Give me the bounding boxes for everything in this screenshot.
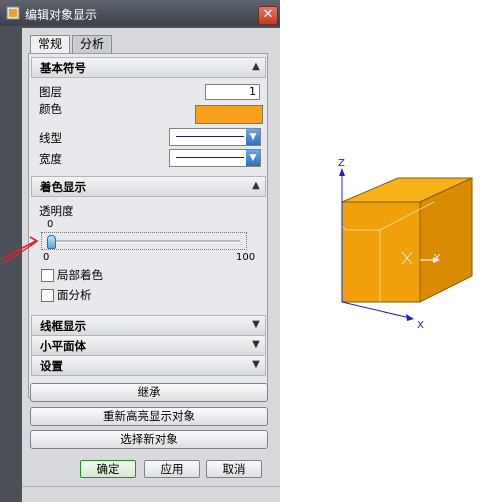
section-wireframe-label: 线框显示 [40,319,86,333]
slider-max-label: 100 [236,252,256,263]
dialog-titlebar[interactable]: 编辑对象显示 ✕ [0,0,280,26]
layer-field[interactable]: 1 [205,84,260,100]
x-axis [341,301,411,319]
slider-min-label: 0 [43,252,50,263]
section-shading[interactable]: 着色显示 ▲ [31,176,266,197]
linetype-dropdown[interactable]: ▼ [169,128,261,146]
dialog-body: 常规 分析 基本符号 ▲ 图层 1 颜色 线型 ▼ 宽度 ▼ 着色显示 ▲ 透明… [22,28,280,502]
face-analysis-label: 面分析 [57,288,92,302]
section-settings-label: 设置 [40,359,63,373]
section-shading-label: 着色显示 [40,180,86,194]
color-swatch[interactable] [195,105,263,124]
section-basic-symbol[interactable]: 基本符号 ▲ [31,57,266,78]
section-wireframe[interactable]: 线框显示 ▼ [31,315,266,336]
linetype-label: 线型 [39,131,62,145]
layer-label: 图层 [39,85,62,99]
linetype-preview [176,136,244,137]
rehighlight-button[interactable]: 重新高亮显示对象 [30,407,268,426]
select-new-object-button[interactable]: 选择新对象 [30,430,268,449]
transparency-label: 透明度 [39,204,74,218]
tab-analysis[interactable]: 分析 [72,35,112,53]
chevron-down-icon[interactable]: ▼ [246,129,260,145]
tab-general[interactable]: 常规 [30,35,70,54]
inherit-button[interactable]: 继承 [30,383,268,402]
edit-object-display-dialog: 编辑对象显示 ✕ 常规 分析 基本符号 ▲ 图层 1 颜色 线型 ▼ 宽度 ▼ … [0,0,280,502]
cancel-button[interactable]: 取消 [206,460,262,478]
ok-button[interactable]: 确定 [80,460,136,478]
bottom-divider [22,486,280,487]
chevron-down-icon[interactable]: ▼ [246,150,260,166]
annotation-arrow [0,236,39,265]
y-axis-label: Y [433,253,441,264]
slider-thumb[interactable] [47,235,56,249]
slider-track [48,240,240,243]
chevron-up-icon[interactable]: ▲ [248,178,264,194]
width-preview [176,157,244,158]
section-basic-symbol-label: 基本符号 [40,61,86,75]
general-panel: 基本符号 ▲ 图层 1 颜色 线型 ▼ 宽度 ▼ 着色显示 ▲ 透明度 0 0 … [28,53,268,398]
close-button[interactable]: ✕ [258,6,278,25]
app-icon [6,6,20,20]
chevron-down-icon[interactable]: ▼ [248,317,264,333]
z-axis-label: Z [338,158,345,169]
slider-current-value: 0 [47,219,54,230]
section-facet-body[interactable]: 小平面体 ▼ [31,335,266,356]
chevron-down-icon[interactable]: ▼ [248,357,264,373]
width-dropdown[interactable]: ▼ [169,149,261,167]
section-facet-body-label: 小平面体 [40,339,86,353]
dialog-title: 编辑对象显示 [25,8,98,22]
x-axis-arrowhead [406,314,414,321]
cube-model[interactable]: Z X Y [300,150,500,350]
partial-shading-label: 局部着色 [57,268,103,282]
graphics-viewport[interactable]: Z X Y [300,150,500,350]
z-axis-arrowhead [339,168,345,176]
x-axis-label: X [417,320,424,331]
color-label: 颜色 [39,102,62,116]
section-settings[interactable]: 设置 ▼ [31,355,266,376]
partial-shading-checkbox[interactable] [41,269,54,282]
width-label: 宽度 [39,152,62,166]
face-analysis-checkbox[interactable] [41,289,54,302]
transparency-slider[interactable] [41,232,247,250]
apply-button[interactable]: 应用 [144,460,200,478]
chevron-down-icon[interactable]: ▼ [248,337,264,353]
close-icon: ✕ [262,7,274,22]
chevron-up-icon[interactable]: ▲ [248,59,264,75]
